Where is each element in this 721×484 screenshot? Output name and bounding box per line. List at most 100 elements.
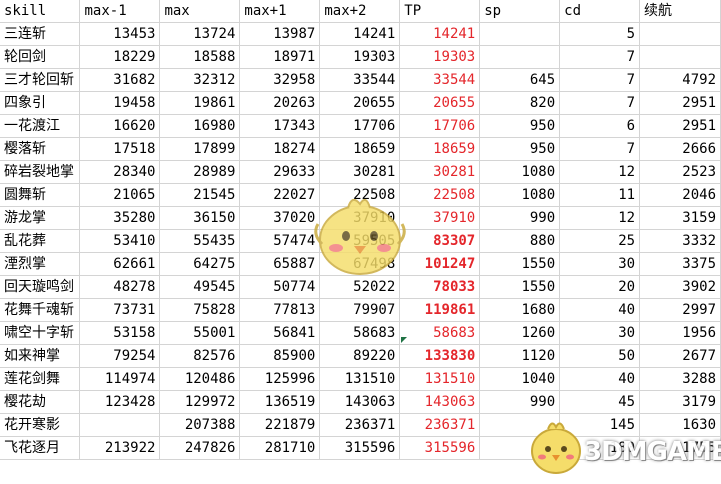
column-header[interactable]: max+2: [319, 0, 401, 23]
cell-sp[interactable]: 1680: [479, 298, 561, 322]
cell-sp[interactable]: 950: [479, 137, 561, 161]
column-header[interactable]: 续航: [639, 0, 721, 23]
cell-max-minus-1[interactable]: 48278: [79, 275, 161, 299]
cell-name[interactable]: 花开寒影: [0, 413, 81, 437]
cell-max[interactable]: 17899: [159, 137, 241, 161]
cell-sp[interactable]: 1260: [479, 321, 561, 345]
cell-cd[interactable]: 5: [559, 22, 641, 46]
cell-max-minus-1[interactable]: 53158: [79, 321, 161, 345]
cell-sp[interactable]: [479, 436, 561, 460]
cell-max[interactable]: 82576: [159, 344, 241, 368]
cell-cd[interactable]: 30: [559, 252, 641, 276]
cell-endurance[interactable]: 3288: [639, 367, 721, 391]
cell-sp[interactable]: 1080: [479, 160, 561, 184]
cell-endurance[interactable]: 2046: [639, 183, 721, 207]
cell-name[interactable]: 花舞千魂斩: [0, 298, 81, 322]
cell-name[interactable]: 圆舞斩: [0, 183, 81, 207]
cell-max-plus-1[interactable]: 22027: [239, 183, 321, 207]
cell-tp[interactable]: 19303: [399, 45, 481, 69]
cell-endurance[interactable]: 2677: [639, 344, 721, 368]
cell-tp[interactable]: 37910: [399, 206, 481, 230]
cell-sp[interactable]: 990: [479, 390, 561, 414]
cell-cd[interactable]: 180: [559, 436, 641, 460]
cell-cd[interactable]: 145: [559, 413, 641, 437]
cell-max-plus-2[interactable]: 59505: [319, 229, 401, 253]
cell-max-plus-2[interactable]: 58683: [319, 321, 401, 345]
cell-max[interactable]: 247826: [159, 436, 241, 460]
cell-max-plus-1[interactable]: 65887: [239, 252, 321, 276]
cell-max[interactable]: 28989: [159, 160, 241, 184]
cell-name[interactable]: 四象引: [0, 91, 81, 115]
cell-max-plus-2[interactable]: 236371: [319, 413, 401, 437]
cell-tp[interactable]: 22508: [399, 183, 481, 207]
cell-tp[interactable]: 133830: [399, 344, 481, 368]
cell-max[interactable]: 18588: [159, 45, 241, 69]
cell-max-plus-1[interactable]: 56841: [239, 321, 321, 345]
cell-max-plus-2[interactable]: 30281: [319, 160, 401, 184]
cell-max-minus-1[interactable]: 35280: [79, 206, 161, 230]
cell-max[interactable]: 64275: [159, 252, 241, 276]
cell-max-plus-1[interactable]: 50774: [239, 275, 321, 299]
cell-sp[interactable]: 950: [479, 114, 561, 138]
cell-name[interactable]: 三才轮回斩: [0, 68, 81, 92]
cell-cd[interactable]: 25: [559, 229, 641, 253]
cell-max[interactable]: 75828: [159, 298, 241, 322]
cell-max[interactable]: 49545: [159, 275, 241, 299]
cell-max-plus-2[interactable]: 33544: [319, 68, 401, 92]
cell-sp[interactable]: 820: [479, 91, 561, 115]
cell-max-plus-1[interactable]: 32958: [239, 68, 321, 92]
cell-max-minus-1[interactable]: 62661: [79, 252, 161, 276]
cell-sp[interactable]: 1120: [479, 344, 561, 368]
cell-max-plus-2[interactable]: 37910: [319, 206, 401, 230]
cell-cd[interactable]: 50: [559, 344, 641, 368]
cell-sp[interactable]: 1550: [479, 275, 561, 299]
cell-tp[interactable]: 20655: [399, 91, 481, 115]
cell-sp[interactable]: 990: [479, 206, 561, 230]
cell-max-minus-1[interactable]: 213922: [79, 436, 161, 460]
cell-max-plus-2[interactable]: 14241: [319, 22, 401, 46]
cell-sp[interactable]: 645: [479, 68, 561, 92]
cell-max-plus-1[interactable]: 20263: [239, 91, 321, 115]
cell-max-plus-2[interactable]: 52022: [319, 275, 401, 299]
cell-endurance[interactable]: 1630: [639, 413, 721, 437]
cell-max-plus-1[interactable]: 29633: [239, 160, 321, 184]
cell-tp[interactable]: 119861: [399, 298, 481, 322]
cell-endurance[interactable]: 2997: [639, 298, 721, 322]
cell-max-plus-2[interactable]: 19303: [319, 45, 401, 69]
cell-tp[interactable]: 14241: [399, 22, 481, 46]
cell-endurance[interactable]: 2523: [639, 160, 721, 184]
cell-max-minus-1[interactable]: 31682: [79, 68, 161, 92]
cell-endurance[interactable]: 3179: [639, 390, 721, 414]
cell-max-plus-1[interactable]: 17343: [239, 114, 321, 138]
cell-name[interactable]: 三连斩: [0, 22, 81, 46]
cell-endurance[interactable]: 1755: [639, 436, 721, 460]
cell-tp[interactable]: 83307: [399, 229, 481, 253]
cell-max-minus-1[interactable]: 18229: [79, 45, 161, 69]
cell-max-plus-1[interactable]: 18971: [239, 45, 321, 69]
cell-sp[interactable]: 1550: [479, 252, 561, 276]
cell-max[interactable]: 55435: [159, 229, 241, 253]
cell-cd[interactable]: 7: [559, 91, 641, 115]
cell-sp[interactable]: [479, 45, 561, 69]
cell-name[interactable]: 莲花剑舞: [0, 367, 81, 391]
cell-max[interactable]: 16980: [159, 114, 241, 138]
cell-max-plus-2[interactable]: 131510: [319, 367, 401, 391]
column-header[interactable]: max: [159, 0, 241, 23]
cell-max-plus-2[interactable]: 89220: [319, 344, 401, 368]
cell-name[interactable]: 回天璇鸣剑: [0, 275, 81, 299]
cell-name[interactable]: 游龙掌: [0, 206, 81, 230]
column-header[interactable]: TP: [399, 0, 481, 23]
cell-endurance[interactable]: 3902: [639, 275, 721, 299]
cell-max-minus-1[interactable]: 21065: [79, 183, 161, 207]
cell-cd[interactable]: 45: [559, 390, 641, 414]
cell-max-plus-1[interactable]: 57474: [239, 229, 321, 253]
cell-endurance[interactable]: [639, 45, 721, 69]
cell-max[interactable]: 19861: [159, 91, 241, 115]
column-header[interactable]: sp: [479, 0, 561, 23]
cell-max-plus-1[interactable]: 37020: [239, 206, 321, 230]
cell-tp[interactable]: 236371: [399, 413, 481, 437]
cell-endurance[interactable]: 4792: [639, 68, 721, 92]
cell-sp[interactable]: [479, 413, 561, 437]
cell-cd[interactable]: 40: [559, 298, 641, 322]
cell-name[interactable]: 樱落斩: [0, 137, 81, 161]
